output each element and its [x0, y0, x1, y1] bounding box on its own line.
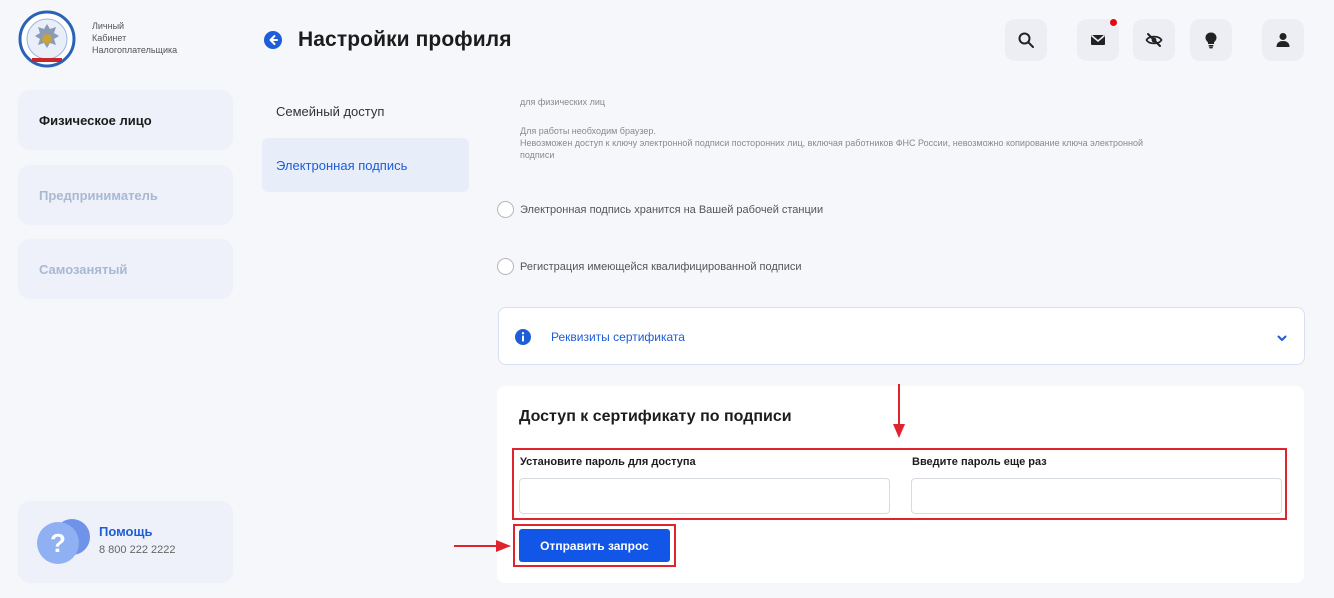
submenu-item-e-signature[interactable]: Электронная подпись	[262, 138, 469, 192]
logo-caption: Личный Кабинет Налогоплательщика	[92, 20, 177, 56]
submenu-item-label: Семейный доступ	[276, 103, 385, 119]
info-line: Для работы необходим браузер.	[520, 126, 656, 136]
mail-icon	[1090, 34, 1106, 45]
visibility-toggle-button[interactable]	[1133, 19, 1175, 61]
notification-dot	[1110, 19, 1117, 26]
logo-line-1: Личный	[92, 21, 125, 31]
eye-off-icon	[1145, 33, 1163, 47]
radio-button[interactable]	[497, 258, 514, 275]
logo-line-3: Налогоплательщика	[92, 45, 178, 55]
sidebar-item-label: Физическое лицо	[39, 112, 152, 128]
sidebar-item-self-employed[interactable]: Самозанятый	[18, 239, 233, 299]
radio-option-register-qualified[interactable]: Регистрация имеющейся квалифицированной …	[497, 258, 802, 275]
info-line: подписи	[520, 150, 555, 160]
profile-button[interactable]	[1262, 19, 1304, 61]
page-title: Настройки профиля	[298, 28, 512, 51]
submit-request-button[interactable]: Отправить запрос	[519, 529, 670, 562]
sidebar-item-entrepreneur[interactable]: Предприниматель	[18, 165, 233, 225]
help-title: Помощь	[99, 524, 153, 539]
sidebar-item-label: Предприниматель	[39, 187, 158, 203]
annotation-highlight-fields	[512, 448, 1287, 520]
svg-text:?: ?	[50, 528, 66, 558]
sidebar-item-label: Самозанятый	[39, 261, 128, 277]
radio-option-local-storage[interactable]: Электронная подпись хранится на Вашей ра…	[497, 201, 823, 218]
fns-logo[interactable]	[18, 10, 76, 68]
bulb-icon	[1205, 32, 1217, 49]
mail-button[interactable]	[1077, 19, 1119, 61]
annotation-arrow-right	[454, 540, 511, 552]
help-question-icon: ?	[34, 515, 92, 567]
info-line: Невозможен доступ к ключу электронной по…	[520, 138, 1143, 148]
radio-label: Электронная подпись хранится на Вашей ра…	[520, 203, 824, 216]
help-card[interactable]: ? Помощь 8 800 222 2222	[18, 501, 233, 583]
sidebar-item-individual[interactable]: Физическое лицо	[18, 90, 233, 150]
back-arrow-icon[interactable]	[264, 31, 282, 49]
search-button[interactable]	[1005, 19, 1047, 61]
access-card-title: Доступ к сертификату по подписи	[519, 408, 792, 425]
info-text-top: для физических лиц	[520, 97, 606, 107]
logo-line-2: Кабинет	[92, 33, 127, 43]
radio-label: Регистрация имеющейся квалифицированной …	[520, 260, 802, 273]
radio-button[interactable]	[497, 201, 514, 218]
submenu-item-label: Электронная подпись	[276, 157, 408, 173]
certificate-details-accordion[interactable]: Реквизиты сертификата	[498, 307, 1305, 365]
chevron-down-icon[interactable]	[1276, 331, 1288, 343]
info-icon	[515, 329, 531, 345]
submenu-item-family-access[interactable]: Семейный доступ	[262, 84, 469, 138]
search-icon	[1018, 32, 1034, 48]
help-phone: 8 800 222 2222	[99, 544, 176, 556]
info-text-block: Для работы необходим браузер. Невозможен…	[520, 125, 1143, 161]
tips-button[interactable]	[1190, 19, 1232, 61]
user-icon	[1276, 33, 1290, 47]
annotation-arrow-down	[893, 384, 905, 438]
accordion-title: Реквизиты сертификата	[551, 330, 685, 344]
